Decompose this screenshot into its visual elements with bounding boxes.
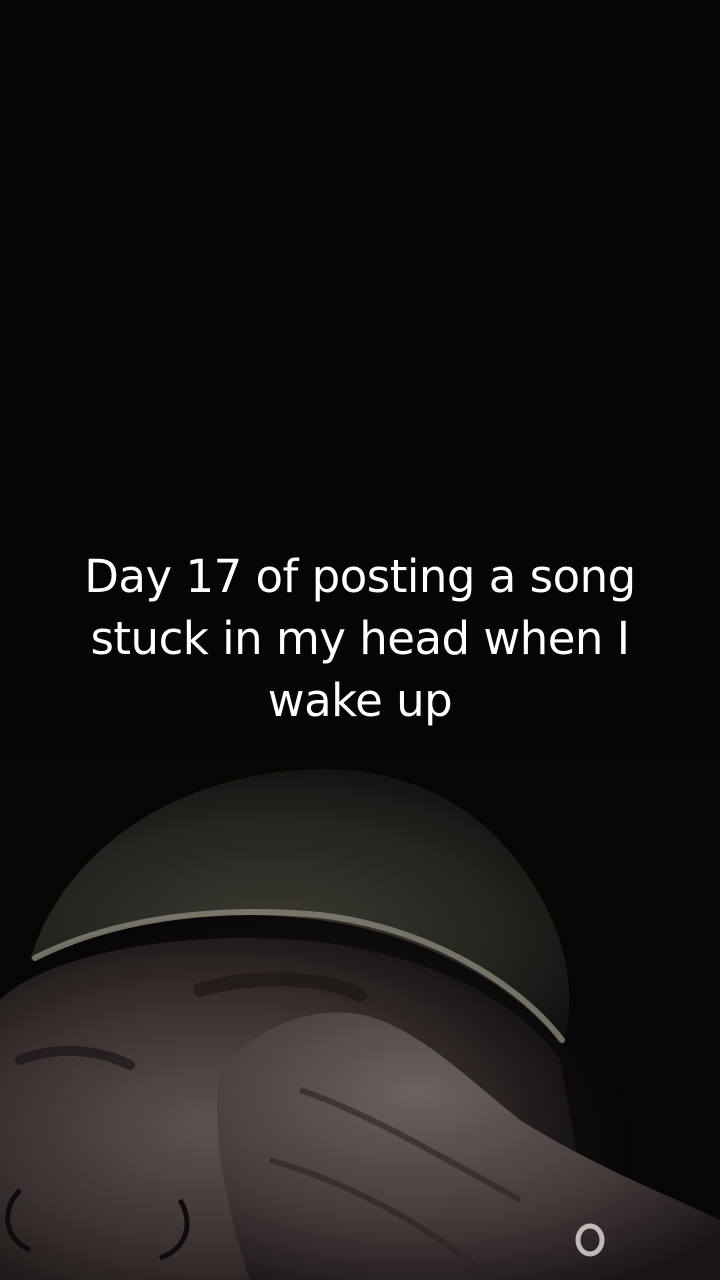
video-caption: Day 17 of posting a song stuck in my hea… — [40, 546, 680, 732]
caption-line: Day 17 of posting a song — [84, 550, 636, 603]
caption-line: wake up — [267, 674, 453, 727]
caption-line: stuck in my head when I — [90, 612, 630, 665]
video-frame: Day 17 of posting a song stuck in my hea… — [0, 0, 720, 1280]
